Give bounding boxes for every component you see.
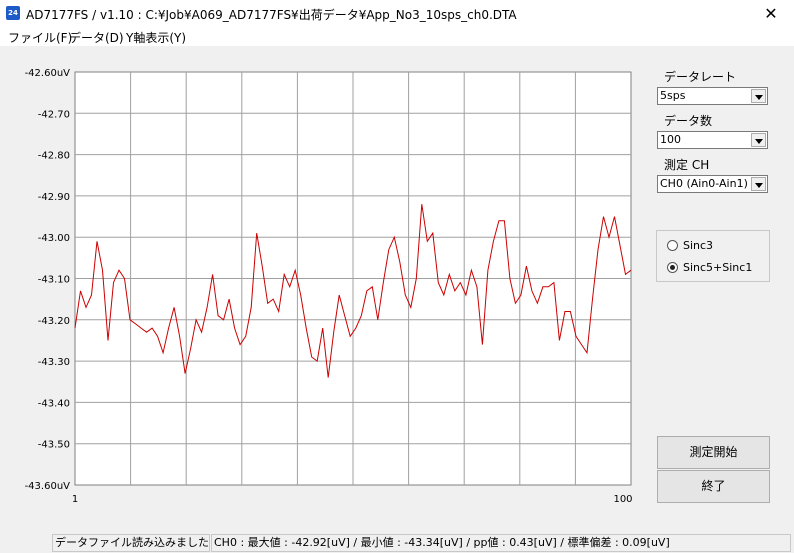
window-title: AD7177FS / v1.10 : C:¥Job¥A069_AD7177FS¥… <box>26 8 517 22</box>
chevron-down-icon[interactable] <box>751 89 766 103</box>
status-message: データファイル読み込みました <box>52 534 210 552</box>
channel-select[interactable]: CH0 (Ain0-Ain1) <box>657 175 768 193</box>
y-tick-label: -42.60uV <box>25 68 71 79</box>
y-tick-label: -43.00 <box>38 233 70 244</box>
app-icon: 24 <box>6 6 20 20</box>
y-tick-label: -43.50 <box>38 440 70 451</box>
y-tick-label: -42.80 <box>38 151 70 162</box>
data-count-value: 100 <box>660 133 681 146</box>
menu-y-axis[interactable]: Y軸表示(Y) <box>126 29 186 46</box>
y-tick-label: -43.20 <box>38 316 70 327</box>
channel-label: 測定 CH <box>664 158 710 172</box>
status-bar: データファイル読み込みました CH0 : 最大値 : -42.92[uV] / … <box>0 532 794 553</box>
x-tick-label: 1 <box>72 494 78 505</box>
y-tick-label: -43.30 <box>38 357 70 368</box>
radio-button[interactable] <box>667 240 678 251</box>
x-tick-label: 100 <box>613 494 632 505</box>
data-rate-value: 5sps <box>660 89 686 102</box>
menu-data[interactable]: データ(D) <box>69 29 124 46</box>
data-count-label: データ数 <box>664 114 713 128</box>
start-measurement-button[interactable]: 測定開始 <box>657 436 770 469</box>
close-button[interactable]: ✕ <box>748 0 794 28</box>
radio-label-sinc3: Sinc3 <box>683 239 714 252</box>
chart-panel: -42.60uV -42.70 -42.80 -42.90 -43.00 -43.10 -4… <box>0 46 640 530</box>
line-chart: -42.60uV -42.70 -42.80 -42.90 -43.00 -43.10 -4… <box>25 68 633 505</box>
filter-radio-group: Sinc3 Sinc5+Sinc1 <box>656 230 770 282</box>
channel-value: CH0 (Ain0-Ain1) <box>660 177 748 190</box>
radio-button[interactable] <box>667 262 678 273</box>
data-rate-label: データレート <box>664 70 737 84</box>
y-tick-label: -43.60uV <box>25 481 71 492</box>
menu-bar: ファイル(F) データ(D) Y軸表示(Y) <box>0 28 794 46</box>
data-rate-select[interactable]: 5sps <box>657 87 768 105</box>
menu-file[interactable]: ファイル(F) <box>8 29 72 46</box>
exit-button[interactable]: 終了 <box>657 470 770 503</box>
y-tick-label: -43.40 <box>38 398 70 409</box>
y-tick-label: -43.10 <box>38 275 70 286</box>
chevron-down-icon[interactable] <box>751 133 766 147</box>
title-bar: 24 AD7177FS / v1.10 : C:¥Job¥A069_AD7177… <box>0 0 794 28</box>
y-tick-label: -42.90 <box>38 192 70 203</box>
y-tick-label: -42.70 <box>38 109 70 120</box>
data-count-select[interactable]: 100 <box>657 131 768 149</box>
chevron-down-icon[interactable] <box>751 177 766 191</box>
radio-label-sinc5-sinc1: Sinc5+Sinc1 <box>683 261 753 274</box>
status-stats: CH0 : 最大値 : -42.92[uV] / 最小値 : -43.34[uV… <box>211 534 791 552</box>
